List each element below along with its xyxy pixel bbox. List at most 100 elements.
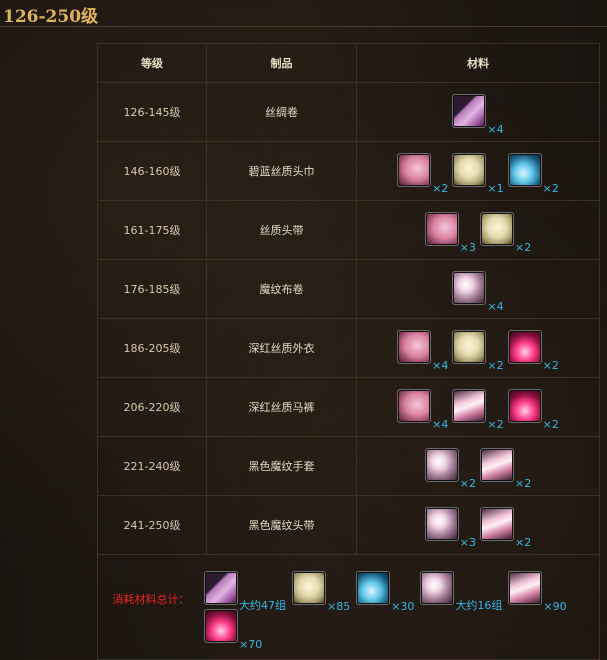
material-count: ×90 (543, 600, 567, 613)
wool-bundle-icon[interactable] (480, 211, 514, 246)
silk-roll-icon[interactable] (204, 571, 238, 605)
silk-roll-icon[interactable] (452, 93, 487, 128)
level-cell: 241-250级 (97, 495, 207, 555)
materials-list: ×2 ×2 (424, 447, 531, 490)
material-count: ×2 (542, 358, 559, 372)
product-cell: 深红丝质外衣 (206, 318, 357, 378)
total-material-item: ×90 (508, 571, 567, 613)
totals-label: 消耗材料总计： (112, 593, 190, 606)
materials-cell: ×3 ×2 (356, 495, 600, 555)
material-item: ×3 (424, 211, 476, 254)
wool-bundle-icon[interactable] (292, 571, 326, 605)
material-count: ×2 (487, 417, 504, 431)
totals-cell: 消耗材料总计： 大约47组 ×85 ×30 大约16组 ×90 ×70 (97, 554, 600, 660)
header-level: 等级 (97, 43, 207, 83)
blue-dye-icon[interactable] (356, 571, 391, 605)
magic-cloth-icon[interactable] (452, 270, 487, 305)
silk-cloth-icon[interactable] (424, 211, 459, 246)
table-row: 221-240级 黑色魔纹手套 ×2 ×2 (97, 436, 600, 496)
material-count: ×2 (515, 476, 532, 490)
product-cell: 深红丝质马裤 (206, 377, 357, 437)
wool-bundle-icon[interactable] (452, 152, 487, 187)
crafting-table: 等级 制品 材料 126-145级 丝绸卷 ×4 146-160级 碧蓝丝质头巾 ×2 ×1… (97, 43, 600, 660)
silk-bolt-icon[interactable] (508, 571, 543, 605)
materials-cell: ×4 ×2 ×2 (356, 318, 600, 378)
material-count: ×3 (459, 535, 476, 549)
materials-cell: ×4 ×2 ×2 (356, 377, 600, 437)
silk-cloth-icon[interactable] (397, 152, 432, 187)
red-dye-icon[interactable] (507, 388, 542, 423)
header-product: 制品 (206, 43, 357, 83)
table-row: 161-175级 丝质头带 ×3 ×2 (97, 200, 600, 260)
material-item: ×2 (480, 506, 531, 549)
material-count: ×1 (487, 181, 504, 195)
red-dye-icon[interactable] (507, 329, 542, 364)
table-row: 126-145级 丝绸卷 ×4 (97, 82, 600, 142)
total-material-item: ×70 (204, 609, 262, 651)
materials-list: ×3 ×2 (424, 506, 531, 549)
silk-cloth-icon[interactable] (397, 329, 432, 364)
material-count: ×4 (487, 299, 504, 313)
material-item: ×4 (452, 93, 504, 136)
level-cell: 126-145级 (97, 82, 207, 142)
level-cell: 146-160级 (97, 141, 207, 201)
material-count: ×2 (432, 181, 449, 195)
totals-row: 消耗材料总计： 大约47组 ×85 ×30 大约16组 ×90 ×70 (97, 554, 600, 660)
silk-bolt-icon[interactable] (480, 447, 514, 482)
material-item: ×2 (507, 329, 559, 372)
material-item: ×2 (452, 388, 504, 431)
material-count: ×4 (432, 358, 449, 372)
material-count: ×2 (542, 417, 559, 431)
product-cell: 丝质头带 (206, 200, 357, 260)
material-item: ×4 (452, 270, 504, 313)
materials-list: ×2 ×1 ×2 (397, 152, 559, 195)
material-item: ×1 (452, 152, 504, 195)
material-count: ×2 (515, 535, 532, 549)
material-item: ×2 (397, 152, 448, 195)
product-cell: 魔纹布卷 (206, 259, 357, 319)
magic-cloth-icon[interactable] (424, 447, 459, 482)
silk-bolt-icon[interactable] (452, 388, 487, 423)
material-item: ×4 (397, 388, 448, 431)
material-count: ×3 (459, 240, 476, 254)
totals-items: 大约47组 ×85 ×30 大约16组 ×90 ×70 (204, 571, 594, 651)
header-materials: 材料 (356, 43, 600, 83)
material-item: ×4 (397, 329, 448, 372)
red-dye-icon[interactable] (204, 609, 238, 643)
material-count: ×2 (459, 476, 476, 490)
materials-list: ×4 ×2 ×2 (397, 329, 559, 372)
materials-list: ×4 (452, 270, 504, 313)
material-item: ×3 (424, 506, 476, 549)
magic-cloth-icon[interactable] (420, 571, 455, 605)
total-material-item: ×30 (356, 571, 414, 613)
material-item: ×2 (507, 388, 559, 431)
material-item: ×2 (480, 211, 531, 254)
section-title: 126-250级 (3, 7, 99, 27)
silk-cloth-icon[interactable] (397, 388, 432, 423)
material-item: ×2 (507, 152, 559, 195)
product-cell: 黑色魔纹头带 (206, 495, 357, 555)
product-cell: 碧蓝丝质头巾 (206, 141, 357, 201)
material-count: ×2 (542, 181, 559, 195)
wool-bundle-icon[interactable] (452, 329, 487, 364)
total-material-item: ×85 (292, 571, 350, 613)
materials-cell: ×2 ×2 (356, 436, 600, 496)
materials-list: ×3 ×2 (424, 211, 531, 254)
level-cell: 221-240级 (97, 436, 207, 496)
silk-bolt-icon[interactable] (480, 506, 514, 541)
blue-dye-icon[interactable] (507, 152, 542, 187)
material-count: 大约16组 (455, 599, 503, 612)
material-count: ×85 (327, 600, 351, 613)
section-heading-bar: 126-250级 (0, 0, 607, 27)
materials-cell: ×4 (356, 259, 600, 319)
table-row: 186-205级 深红丝质外衣 ×4 ×2 ×2 (97, 318, 600, 378)
table-row: 176-185级 魔纹布卷 ×4 (97, 259, 600, 319)
total-material-item: 大约16组 (420, 571, 502, 612)
table-row: 241-250级 黑色魔纹头带 ×3 ×2 (97, 495, 600, 555)
product-cell: 黑色魔纹手套 (206, 436, 357, 496)
level-cell: 186-205级 (97, 318, 207, 378)
material-item: ×2 (424, 447, 476, 490)
materials-list: ×4 ×2 ×2 (397, 388, 559, 431)
magic-cloth-icon[interactable] (424, 506, 459, 541)
level-cell: 176-185级 (97, 259, 207, 319)
